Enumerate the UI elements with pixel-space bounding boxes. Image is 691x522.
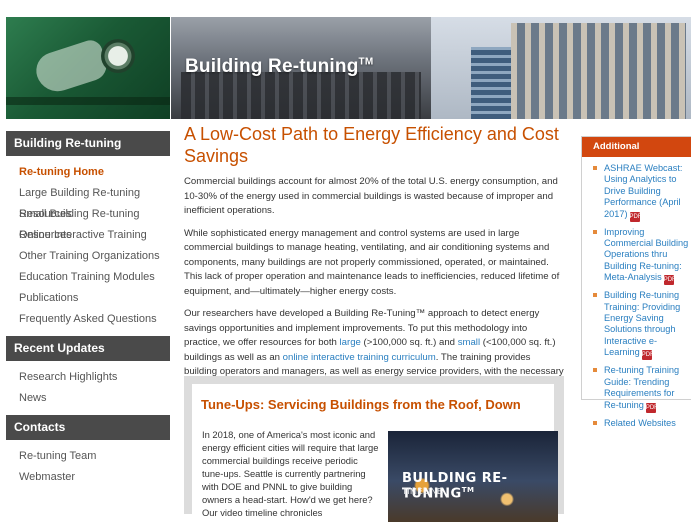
info-link-related-websites[interactable]: Related Websites [582,418,691,429]
sidebar-item-faq[interactable]: Frequently Asked Questions [6,309,170,330]
thumbnail-subtitle: TIMELINE [402,487,443,496]
banner-gauge-shape [101,39,135,73]
banner-foreground-tower [181,72,421,119]
sidebar-item-small-building-resources[interactable]: Small Building Re-tuning Resources [6,204,170,241]
sidebar-item-webmaster[interactable]: Webmaster [6,467,170,488]
page-banner: Building Re-tuningTM [0,0,691,119]
feature-text: In 2018, one of America's most iconic an… [202,429,379,518]
banner-title: Building Re-tuningTM [185,56,374,77]
sidebar-heading-recent-updates: Recent Updates [6,336,170,361]
bullet-icon [593,368,597,373]
banner-hvac-image [6,17,170,119]
large-buildings-link[interactable]: large [340,337,361,348]
small-buildings-link[interactable]: small [458,337,480,348]
sidebar-nav-contacts: Re-tuning Team Webmaster [6,446,170,488]
timeline-video-thumbnail[interactable]: BUILDING RE-TUNINGTM TIMELINE [388,431,558,522]
additional-info-panel: Additional Information ASHRAE Webcast: U… [581,136,691,428]
bullet-icon [593,293,597,298]
bullet-icon [593,229,597,234]
sidebar-item-retuning-home[interactable]: Re-tuning Home [6,162,170,183]
sidebar-item-news[interactable]: News [6,388,170,409]
sidebar-item-publications[interactable]: Publications [6,288,170,309]
sidebar-heading-building-retuning: Building Re-tuning [6,131,170,156]
sidebar-item-retuning-team[interactable]: Re-tuning Team [6,446,170,467]
feature-card: Tune-Ups: Servicing Buildings from the R… [192,384,558,522]
sidebar-heading-contacts: Contacts [6,415,170,440]
feature-box: Tune-Ups: Servicing Buildings from the R… [184,376,564,522]
additional-info-heading: Additional Information [582,137,691,172]
sidebar-item-large-building-resources[interactable]: Large Building Re-tuning Resources [6,183,170,220]
feature-title[interactable]: Tune-Ups: Servicing Buildings from the R… [201,397,521,412]
info-link-meta-analysis[interactable]: Improving Commercial Building Operations… [582,227,691,286]
sidebar-nav-updates: Research Highlights News [6,367,170,409]
sidebar-item-online-training[interactable]: Online Interactive Training [6,225,170,246]
banner-building-right [511,23,686,119]
online-training-link[interactable]: online interactive training curriculum [283,352,436,363]
left-sidebar: Building Re-tuning Re-tuning Home Large … [6,131,170,488]
page-title: A Low-Cost Path to Energy Efficiency and… [184,124,559,166]
main-content: A Low-Cost Path to Energy Efficiency and… [184,123,566,409]
sidebar-item-other-training-orgs[interactable]: Other Training Organizations [6,246,170,267]
pdf-icon: PDF [641,350,654,361]
info-link-training-guide[interactable]: Re-tuning Training Guide: Trending Requi… [582,365,691,413]
pdf-icon: PDF [663,275,676,286]
sidebar-item-education-modules[interactable]: Education Training Modules [6,267,170,288]
banner-hand-shape [31,37,111,97]
bullet-icon [593,166,597,170]
sidebar-nav-retuning: Re-tuning Home Large Building Re-tuning … [6,162,170,330]
pdf-icon: PDF [645,402,658,413]
pdf-icon: PDF [629,211,642,222]
additional-info-list: ASHRAE Webcast: Using Analytics to Drive… [582,157,691,429]
operations-paragraph: While sophisticated energy management an… [184,227,560,297]
info-link-training-elearning[interactable]: Building Re-tuning Training: Providing E… [582,290,691,361]
banner-pipe-shape [6,97,170,105]
sidebar-item-research-highlights[interactable]: Research Highlights [6,367,170,388]
intro-paragraph: Commercial buildings account for almost … [184,176,558,216]
bullet-icon [593,420,597,425]
info-link-ashrae-webcast[interactable]: ASHRAE Webcast: Using Analytics to Drive… [582,163,691,222]
